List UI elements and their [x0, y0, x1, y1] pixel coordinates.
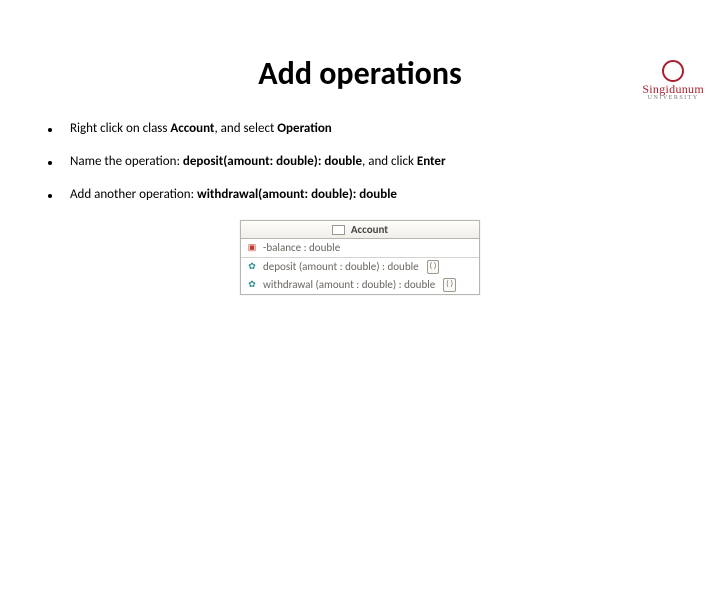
page-title: Add operations [0, 54, 720, 93]
bullet-icon [48, 194, 52, 198]
operation-icon: ✿ [246, 261, 258, 273]
list-item-text: Name the operation: deposit(amount: doub… [70, 154, 672, 169]
class-header: Account [241, 221, 479, 239]
bullet-icon [48, 161, 52, 165]
attribute-row: ▣ -balance : double [241, 239, 479, 257]
operation-row: ✿ withdrawal (amount : double) : double … [241, 276, 479, 294]
paren-badge: ( ) [427, 260, 440, 274]
class-diagram-wrap: Account ▣ -balance : double ✿ deposit (a… [0, 220, 720, 295]
operations-compartment: ✿ deposit (amount : double) : double ( )… [241, 258, 479, 294]
uml-class-box: Account ▣ -balance : double ✿ deposit (a… [240, 220, 480, 295]
instruction-list: Right click on class Account, and select… [0, 121, 720, 202]
list-item-text: Right click on class Account, and select… [70, 121, 672, 136]
class-name: Account [351, 223, 388, 236]
class-icon [332, 225, 345, 235]
logo-ring-icon [662, 60, 684, 82]
operation-text: withdrawal (amount : double) : double [263, 277, 435, 293]
list-item: Name the operation: deposit(amount: doub… [48, 154, 672, 169]
list-item-text: Add another operation: withdrawal(amount… [70, 187, 672, 202]
paren-badge: ( ) [443, 278, 456, 292]
operation-text: deposit (amount : double) : double [263, 259, 419, 275]
brand-logo: Singidunum UNIVERSITY [642, 60, 704, 101]
attributes-compartment: ▣ -balance : double [241, 239, 479, 258]
attribute-icon: ▣ [246, 242, 258, 254]
bullet-icon [48, 128, 52, 132]
logo-subtext: UNIVERSITY [642, 95, 704, 101]
operation-row: ✿ deposit (amount : double) : double ( ) [241, 258, 479, 276]
attribute-text: -balance : double [263, 240, 340, 256]
operation-icon: ✿ [246, 279, 258, 291]
list-item: Right click on class Account, and select… [48, 121, 672, 136]
logo-text: Singidunum [642, 83, 704, 95]
list-item: Add another operation: withdrawal(amount… [48, 187, 672, 202]
